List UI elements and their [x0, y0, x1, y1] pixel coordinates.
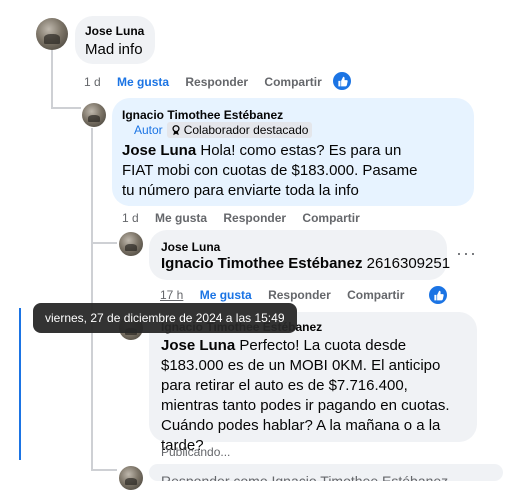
thread-line-elbow-1	[51, 107, 81, 109]
award-icon	[172, 124, 180, 135]
mention-link[interactable]: Ignacio Timothee Estébanez	[161, 255, 362, 272]
like-button[interactable]: Me gusta	[155, 211, 207, 225]
comment-text-block: Jose Luna Perfecto! La cuota desde $183.…	[161, 336, 467, 456]
author-badge: Autor	[134, 123, 163, 137]
comment-bubble: Jose Luna Ignacio Timothee Estébanez 261…	[149, 230, 450, 280]
comment-actions: 1 d Me gusta Responder Compartir	[84, 75, 335, 89]
avatar	[119, 466, 143, 490]
comment-actions: 17 h Me gusta Responder Compartir	[160, 288, 417, 302]
reply-button[interactable]: Responder	[268, 288, 331, 302]
thread-line-elbow-2	[91, 242, 117, 244]
comment-actions: 1 d Me gusta Responder Compartir	[122, 211, 373, 225]
commenter-name[interactable]: Jose Luna	[161, 240, 220, 254]
reply-button[interactable]: Responder	[223, 211, 286, 225]
comment-timestamp[interactable]: 17 h	[160, 288, 183, 302]
like-button[interactable]: Me gusta	[200, 288, 252, 302]
mention-link[interactable]: Jose Luna	[161, 337, 235, 354]
share-button[interactable]: Compartir	[302, 211, 359, 225]
comment-text-block: Jose Luna Hola! como estas? Es para un F…	[122, 141, 422, 201]
comment-timestamp[interactable]: 1 d	[122, 211, 139, 225]
like-reaction-icon[interactable]	[331, 70, 353, 92]
thread-line-elbow-3	[91, 469, 117, 471]
commenter-name[interactable]: Jose Luna	[85, 24, 144, 38]
commenter-name[interactable]: Ignacio Timothee Estébanez	[122, 108, 283, 122]
comment-timestamp[interactable]: 1 d	[84, 75, 101, 89]
reply-input-placeholder: Responder como Ignacio Timothee Estébane…	[161, 473, 449, 481]
comment-text: Mad info	[85, 41, 143, 58]
comment-bubble-highlighted: Ignacio Timothee Estébanez Autor Colabor…	[112, 98, 474, 206]
avatar[interactable]	[82, 103, 106, 127]
share-button[interactable]: Compartir	[347, 288, 404, 302]
thread-line-nested	[91, 128, 93, 470]
comment-bubble: Jose Luna Mad info	[75, 16, 155, 64]
thread-line-main	[51, 50, 53, 108]
like-button[interactable]: Me gusta	[117, 75, 169, 89]
top-contributor-label: Colaborador destacado	[183, 123, 309, 137]
comment-text: 2616309251	[362, 255, 451, 272]
comment-text-block: Ignacio Timothee Estébanez 2616309251	[161, 254, 450, 274]
reply-input[interactable]: Responder como Ignacio Timothee Estébane…	[149, 464, 503, 481]
focus-indicator-bar	[19, 308, 21, 460]
timestamp-tooltip: viernes, 27 de diciembre de 2024 a las 1…	[33, 303, 297, 333]
posting-status: Publicando...	[161, 445, 231, 459]
like-reaction-icon[interactable]	[427, 284, 449, 306]
comment-text: Perfecto! La cuota desde $183.000 es de …	[161, 337, 450, 454]
reply-button[interactable]: Responder	[185, 75, 248, 89]
avatar[interactable]	[119, 232, 143, 256]
more-options-icon[interactable]: ···	[456, 243, 477, 264]
avatar[interactable]	[36, 18, 68, 50]
commenter-badges: Autor Colaborador destacado	[134, 122, 313, 138]
top-contributor-badge[interactable]: Colaborador destacado	[166, 122, 313, 138]
mention-link[interactable]: Jose Luna	[122, 142, 196, 159]
share-button[interactable]: Compartir	[264, 75, 321, 89]
